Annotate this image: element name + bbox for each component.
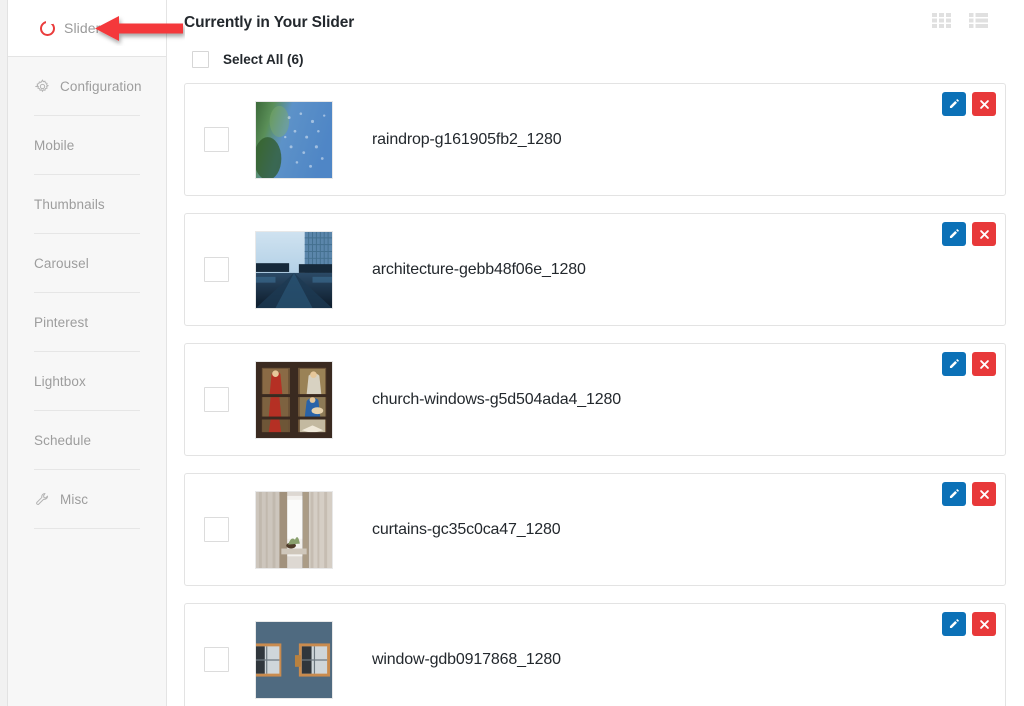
sidebar-item-mobile-label: Mobile <box>34 137 75 153</box>
item-checkbox[interactable] <box>204 387 229 412</box>
item-action-group <box>942 222 996 246</box>
sidebar-item-schedule[interactable]: Schedule <box>34 411 140 470</box>
page-left-gutter <box>0 0 8 706</box>
slider-item-list: raindrop-g161905fb2_1280 architecture-ge… <box>167 73 1024 706</box>
view-toggle-group <box>932 12 988 33</box>
sidebar-item-lightbox-label: Lightbox <box>34 373 86 389</box>
page-title: Currently in Your Slider <box>184 13 355 31</box>
select-all-row: Select All (6) <box>167 45 1024 73</box>
sidebar-header: Slider <box>8 0 166 57</box>
gear-icon <box>34 78 50 94</box>
sidebar-item-schedule-label: Schedule <box>34 432 92 448</box>
main-header: Currently in Your Slider <box>167 0 1024 45</box>
item-name: raindrop-g161905fb2_1280 <box>372 130 562 148</box>
delete-button[interactable] <box>972 222 996 246</box>
window-thumbnail <box>255 620 333 699</box>
sidebar-item-pinterest[interactable]: Pinterest <box>34 293 140 352</box>
edit-button[interactable] <box>942 482 966 506</box>
delete-button[interactable] <box>972 482 996 506</box>
sidebar-item-misc[interactable]: Misc <box>34 470 140 529</box>
main-panel: Currently in Your Slider Select All (6) … <box>167 0 1024 706</box>
sidebar-item-thumbnails-label: Thumbnails <box>34 196 105 212</box>
item-checkbox[interactable] <box>204 127 229 152</box>
item-action-group <box>942 92 996 116</box>
sidebar-nav: Configuration Mobile Thumbnails Carousel… <box>8 57 166 529</box>
delete-button[interactable] <box>972 352 996 376</box>
item-checkbox[interactable] <box>204 257 229 282</box>
church-windows-thumbnail <box>255 360 333 439</box>
sidebar-item-mobile[interactable]: Mobile <box>34 116 140 175</box>
slider-ring-icon <box>40 18 55 36</box>
item-checkbox[interactable] <box>204 647 229 672</box>
list-item[interactable]: curtains-gc35c0ca47_1280 <box>184 473 1006 586</box>
list-item[interactable]: church-windows-g5d504ada4_1280 <box>184 343 1006 456</box>
item-name: window-gdb0917868_1280 <box>372 650 561 668</box>
sidebar-item-thumbnails[interactable]: Thumbnails <box>34 175 140 234</box>
sidebar-item-configuration[interactable]: Configuration <box>34 57 142 116</box>
list-item[interactable]: architecture-gebb48f06e_1280 <box>184 213 1006 326</box>
list-view-icon[interactable] <box>969 12 988 33</box>
list-item[interactable]: raindrop-g161905fb2_1280 <box>184 83 1006 196</box>
edit-button[interactable] <box>942 352 966 376</box>
sidebar-item-pinterest-label: Pinterest <box>34 314 89 330</box>
item-action-group <box>942 352 996 376</box>
sidebar-item-configuration-label: Configuration <box>60 78 142 94</box>
grid-view-icon[interactable] <box>932 12 951 33</box>
sidebar-item-carousel[interactable]: Carousel <box>34 234 140 293</box>
edit-button[interactable] <box>942 92 966 116</box>
wrench-icon <box>34 491 50 507</box>
list-item[interactable]: window-gdb0917868_1280 <box>184 603 1006 706</box>
item-name: church-windows-g5d504ada4_1280 <box>372 390 622 408</box>
slider-admin-screen: Slider Configuration Mobile Thumbnails C… <box>0 0 1024 706</box>
edit-button[interactable] <box>942 222 966 246</box>
sidebar: Slider Configuration Mobile Thumbnails C… <box>8 0 167 706</box>
architecture-thumbnail <box>255 230 333 309</box>
sidebar-item-slider-label: Slider <box>64 20 101 36</box>
delete-button[interactable] <box>972 612 996 636</box>
item-action-group <box>942 612 996 636</box>
sidebar-item-carousel-label: Carousel <box>34 255 89 271</box>
sidebar-item-misc-label: Misc <box>60 491 89 507</box>
raindrop-thumbnail <box>255 100 333 179</box>
select-all-label: Select All (6) <box>223 51 304 67</box>
edit-button[interactable] <box>942 612 966 636</box>
item-name: architecture-gebb48f06e_1280 <box>372 260 586 278</box>
item-action-group <box>942 482 996 506</box>
delete-button[interactable] <box>972 92 996 116</box>
item-checkbox[interactable] <box>204 517 229 542</box>
select-all-checkbox[interactable] <box>192 50 209 68</box>
curtains-thumbnail <box>255 490 333 569</box>
sidebar-item-lightbox[interactable]: Lightbox <box>34 352 140 411</box>
sidebar-item-slider[interactable]: Slider <box>40 18 101 36</box>
item-name: curtains-gc35c0ca47_1280 <box>372 520 561 538</box>
